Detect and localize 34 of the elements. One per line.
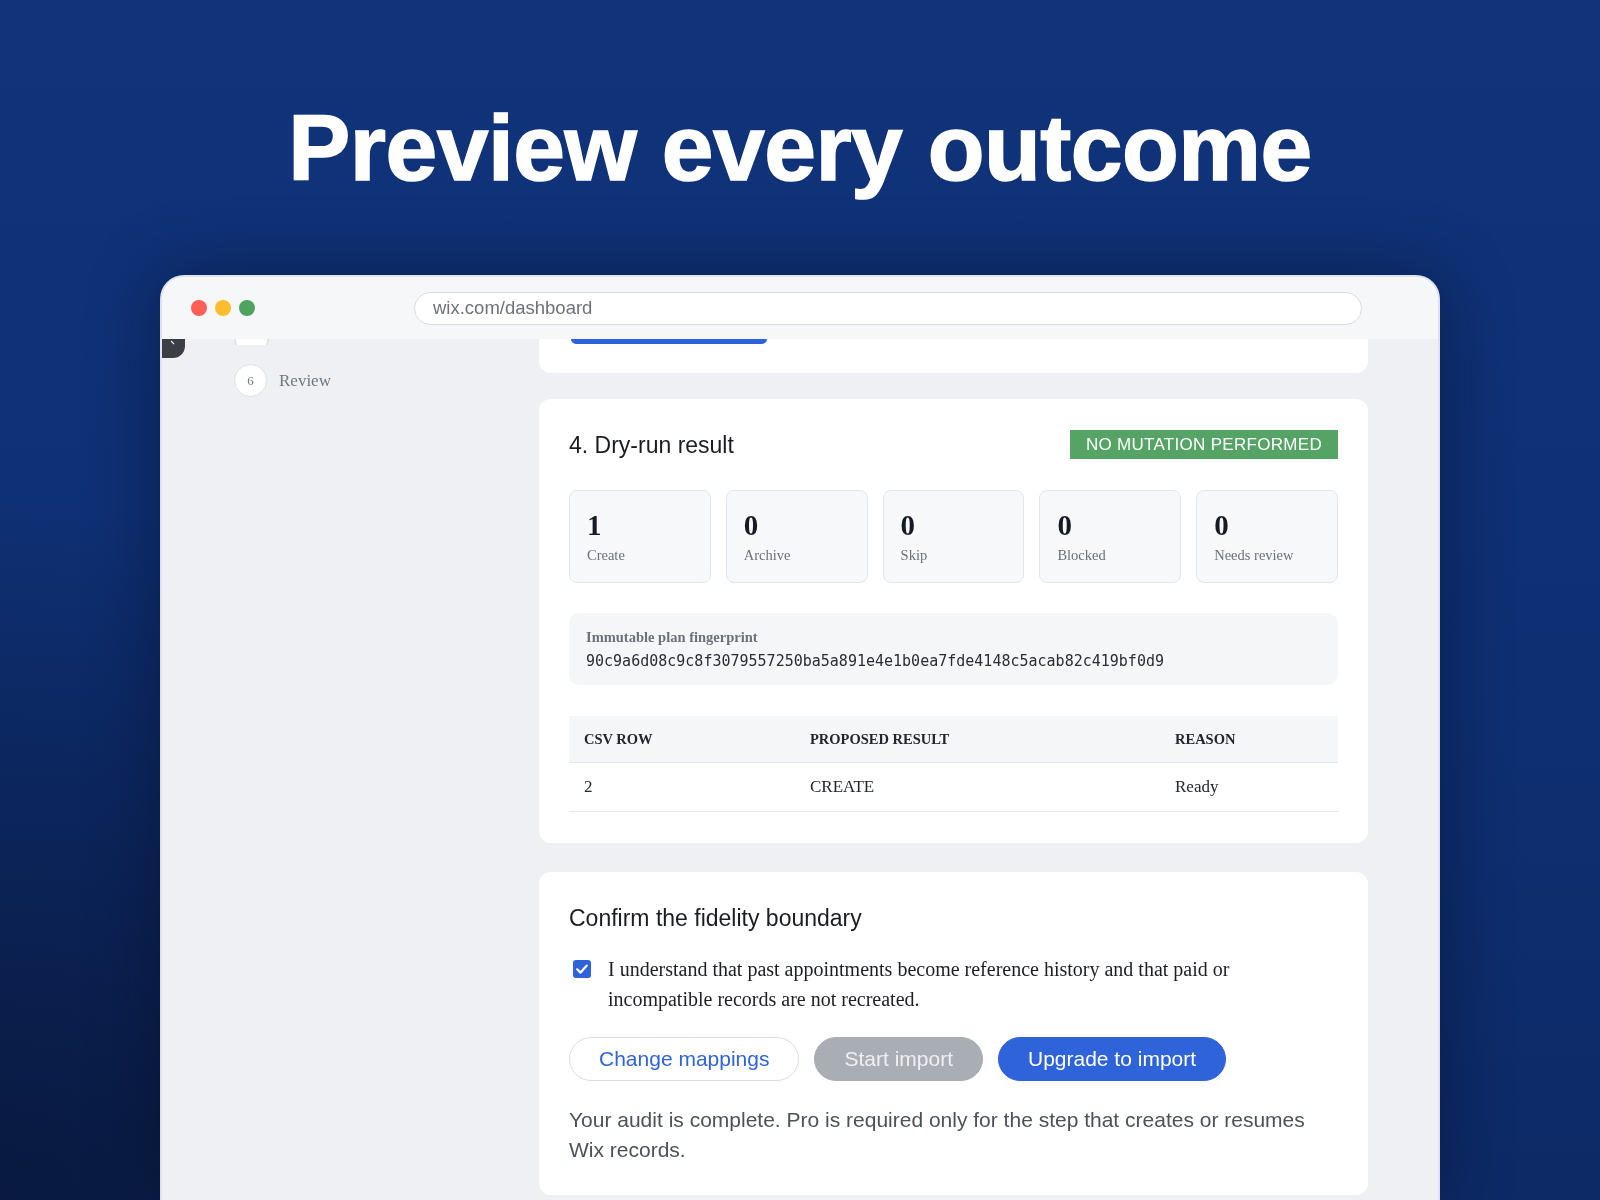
stat-value: 1: [587, 509, 602, 541]
secondary-button[interactable]: Change mappings: [569, 1037, 800, 1081]
table-cell: 2: [584, 777, 593, 797]
stat-label: Blocked: [1057, 546, 1106, 564]
fingerprint-label: Immutable plan fingerprint: [586, 628, 758, 646]
column-header: REASON: [1175, 730, 1236, 748]
stat-value: 0: [1057, 509, 1072, 541]
table-cell: Ready: [1175, 777, 1219, 797]
window-zoom-icon[interactable]: [239, 300, 255, 316]
stat-value: 0: [743, 509, 759, 541]
stat-value: 0: [900, 509, 916, 541]
stat-label: Archive: [743, 546, 791, 564]
checkbox[interactable]: [573, 960, 591, 978]
info-text: Your audit is complete. Pro is required only for the step that creates or resumes Wix records.: [569, 1107, 1306, 1163]
step-label: Review: [279, 370, 331, 391]
stat-label: Create: [587, 546, 625, 564]
window-minimize-icon[interactable]: [215, 300, 231, 316]
headline: Preview every outcome: [287, 95, 1313, 202]
status-badge: NO MUTATION PERFORMED: [1069, 430, 1338, 459]
checkbox-label: I understand that past appointments become reference history and that paid or incompatible records are not recreated.: [608, 957, 1231, 1013]
window-close-icon[interactable]: [191, 300, 207, 316]
stat-label: Skip: [900, 546, 928, 564]
column-header: PROPOSED RESULT: [810, 730, 950, 748]
sidebar-toggle-icon[interactable]: [162, 339, 185, 358]
section-title: Confirm the fidelity boundary: [569, 905, 862, 931]
section-title: 4. Dry-run result: [569, 430, 734, 459]
fingerprint-hash: 90c9a6d08c9c8f3079557250ba5a891e4e1b0ea7fde4148c5acab82c419bf0d9: [586, 651, 1164, 671]
column-header: CSV ROW: [584, 730, 653, 748]
stat-value: 0: [1214, 509, 1229, 541]
step-number: 6: [234, 364, 267, 397]
primary-button[interactable]: Upgrade to import: [998, 1037, 1227, 1081]
stat-label: Needs review: [1214, 546, 1294, 564]
address-bar[interactable]: wix.com/dashboard: [414, 291, 1362, 325]
table-cell: CREATE: [810, 777, 875, 797]
